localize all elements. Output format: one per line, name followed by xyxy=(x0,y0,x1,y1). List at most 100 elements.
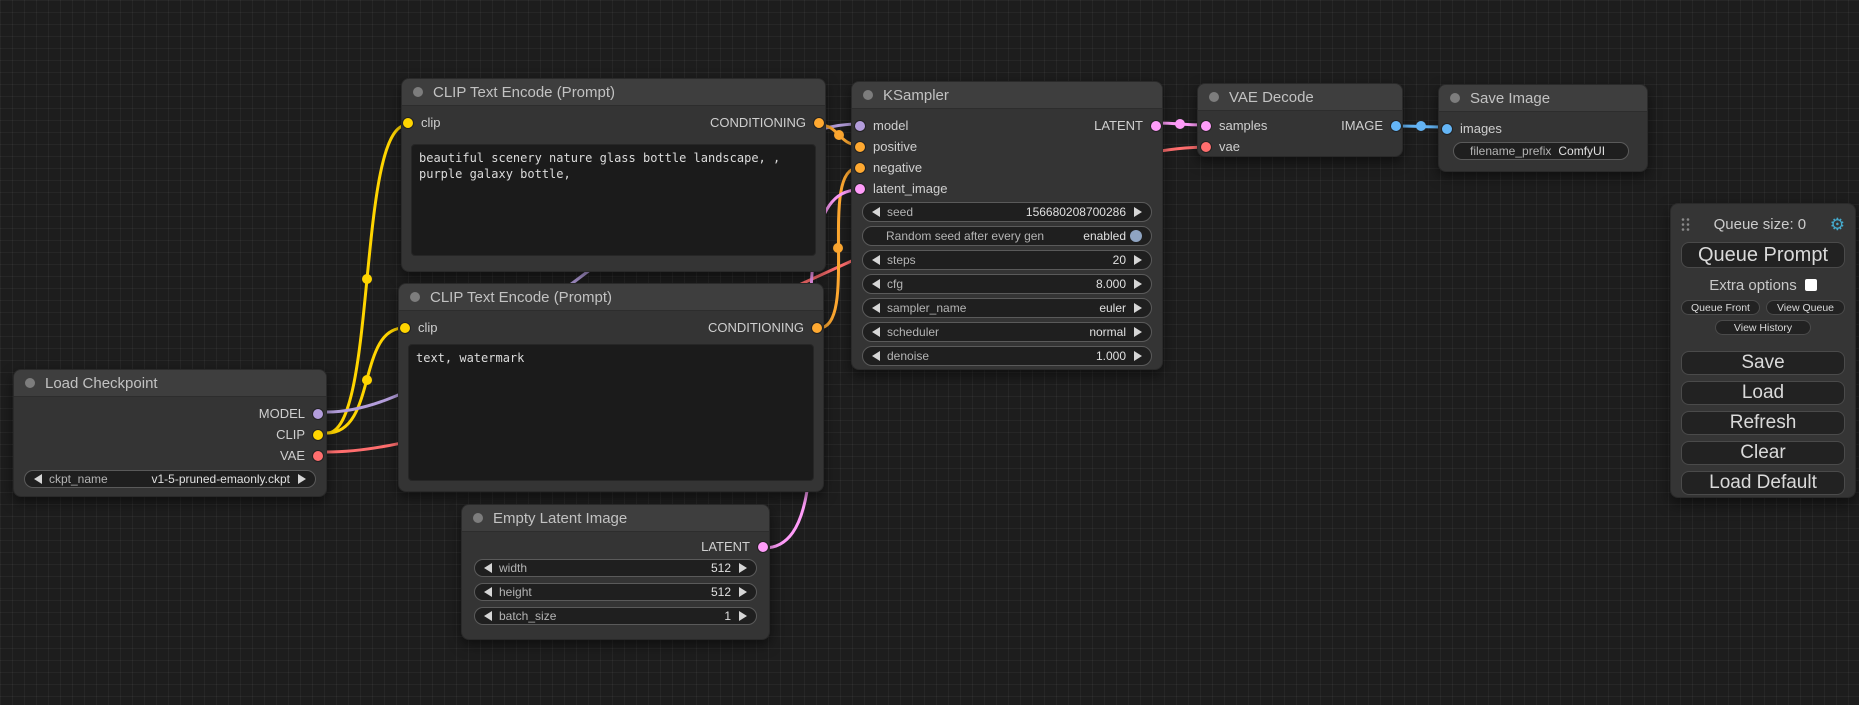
node-title-bar[interactable]: Save Image xyxy=(1439,85,1647,112)
port-dot-conditioning[interactable] xyxy=(814,118,824,128)
arrow-left-icon[interactable] xyxy=(484,611,492,621)
arrow-right-icon[interactable] xyxy=(1134,327,1142,337)
widget-sampler-name[interactable]: sampler_name euler xyxy=(862,298,1152,318)
arrow-left-icon[interactable] xyxy=(34,474,42,484)
node-title-bar[interactable]: Load Checkpoint xyxy=(14,370,326,397)
load-default-button[interactable]: Load Default xyxy=(1681,471,1845,495)
collapse-dot-icon[interactable] xyxy=(1209,92,1219,102)
arrow-left-icon[interactable] xyxy=(872,303,880,313)
save-button[interactable]: Save xyxy=(1681,351,1845,375)
port-output-conditioning[interactable]: CONDITIONING xyxy=(708,320,820,335)
collapse-dot-icon[interactable] xyxy=(410,292,420,302)
port-dot-clip[interactable] xyxy=(400,323,410,333)
toggle-on-icon[interactable] xyxy=(1130,230,1142,242)
collapse-dot-icon[interactable] xyxy=(1450,93,1460,103)
node-title: Save Image xyxy=(1470,90,1550,107)
port-dot-latent[interactable] xyxy=(855,184,865,194)
port-dot-latent[interactable] xyxy=(1151,121,1161,131)
arrow-right-icon[interactable] xyxy=(739,587,747,597)
widget-denoise[interactable]: denoise 1.000 xyxy=(862,346,1152,366)
port-dot-image[interactable] xyxy=(1442,124,1452,134)
arrow-right-icon[interactable] xyxy=(739,563,747,573)
port-input-vae[interactable]: vae xyxy=(1201,139,1240,154)
widget-seed[interactable]: seed 156680208700286 xyxy=(862,202,1152,222)
node-title-bar[interactable]: VAE Decode xyxy=(1198,84,1402,111)
port-dot-conditioning[interactable] xyxy=(855,142,865,152)
arrow-right-icon[interactable] xyxy=(1134,255,1142,265)
arrow-right-icon[interactable] xyxy=(1134,303,1142,313)
arrow-left-icon[interactable] xyxy=(872,279,880,289)
widget-batch-size[interactable]: batch_size 1 xyxy=(474,607,757,625)
collapse-dot-icon[interactable] xyxy=(413,87,423,97)
node-title-bar[interactable]: CLIP Text Encode (Prompt) xyxy=(399,284,823,311)
port-dot-model[interactable] xyxy=(313,409,323,419)
queue-size-label: Queue size: 0 xyxy=(1690,216,1830,233)
port-input-clip[interactable]: clip xyxy=(405,115,441,130)
node-title: KSampler xyxy=(883,87,949,104)
port-dot-image[interactable] xyxy=(1391,121,1401,131)
arrow-left-icon[interactable] xyxy=(872,207,880,217)
port-dot-clip[interactable] xyxy=(313,430,323,440)
arrow-right-icon[interactable] xyxy=(298,474,306,484)
settings-gear-icon[interactable]: ⚙ xyxy=(1830,216,1845,233)
arrow-left-icon[interactable] xyxy=(872,327,880,337)
port-input-latent-image[interactable]: latent_image xyxy=(855,181,947,196)
queue-front-button[interactable]: Queue Front xyxy=(1681,300,1760,315)
port-input-samples[interactable]: samples xyxy=(1201,118,1267,133)
arrow-right-icon[interactable] xyxy=(1134,279,1142,289)
widget-ckpt-name[interactable]: ckpt_name v1-5-pruned-emaonly.ckpt xyxy=(24,470,316,488)
node-title-bar[interactable]: KSampler xyxy=(852,82,1162,109)
widget-width[interactable]: width 512 xyxy=(474,559,757,577)
port-output-vae[interactable]: VAE xyxy=(280,448,323,463)
port-dot-conditioning[interactable] xyxy=(855,163,865,173)
node-title-bar[interactable]: CLIP Text Encode (Prompt) xyxy=(402,79,825,106)
port-output-conditioning[interactable]: CONDITIONING xyxy=(710,115,822,130)
collapse-dot-icon[interactable] xyxy=(25,378,35,388)
extra-options-checkbox[interactable] xyxy=(1805,279,1817,291)
refresh-button[interactable]: Refresh xyxy=(1681,411,1845,435)
port-output-image[interactable]: IMAGE xyxy=(1341,118,1399,133)
port-input-model[interactable]: model xyxy=(855,118,908,133)
arrow-left-icon[interactable] xyxy=(484,563,492,573)
view-queue-button[interactable]: View Queue xyxy=(1766,300,1845,315)
arrow-right-icon[interactable] xyxy=(739,611,747,621)
port-input-negative[interactable]: negative xyxy=(855,160,922,175)
widget-filename-prefix[interactable]: filename_prefix ComfyUI xyxy=(1453,142,1629,160)
collapse-dot-icon[interactable] xyxy=(473,513,483,523)
widget-scheduler[interactable]: scheduler normal xyxy=(862,322,1152,342)
port-dot-latent[interactable] xyxy=(1201,121,1211,131)
arrow-left-icon[interactable] xyxy=(484,587,492,597)
port-dot-vae[interactable] xyxy=(313,451,323,461)
widget-random-seed-toggle[interactable]: Random seed after every gen enabled xyxy=(862,226,1152,246)
positive-prompt-textarea[interactable]: beautiful scenery nature glass bottle la… xyxy=(411,144,816,256)
port-input-clip[interactable]: clip xyxy=(402,320,438,335)
port-output-latent[interactable]: LATENT xyxy=(1094,118,1159,133)
view-history-button[interactable]: View History xyxy=(1715,320,1811,335)
port-input-images[interactable]: images xyxy=(1442,121,1502,136)
node-graph-canvas[interactable]: Load Checkpoint MODEL CLIP VAE ckpt_name… xyxy=(0,0,1859,705)
port-dot-vae[interactable] xyxy=(1201,142,1211,152)
drag-handle-icon[interactable] xyxy=(1681,217,1690,232)
collapse-dot-icon[interactable] xyxy=(863,90,873,100)
clear-button[interactable]: Clear xyxy=(1681,441,1845,465)
port-dot-clip[interactable] xyxy=(403,118,413,128)
port-dot-conditioning[interactable] xyxy=(812,323,822,333)
arrow-right-icon[interactable] xyxy=(1134,207,1142,217)
link-midpoint-dot xyxy=(834,130,844,140)
port-output-clip[interactable]: CLIP xyxy=(276,427,323,442)
node-title-bar[interactable]: Empty Latent Image xyxy=(462,505,769,532)
port-output-model[interactable]: MODEL xyxy=(259,406,323,421)
widget-cfg[interactable]: cfg 8.000 xyxy=(862,274,1152,294)
queue-prompt-button[interactable]: Queue Prompt xyxy=(1681,242,1845,268)
arrow-left-icon[interactable] xyxy=(872,255,880,265)
negative-prompt-textarea[interactable]: text, watermark xyxy=(408,344,814,481)
load-button[interactable]: Load xyxy=(1681,381,1845,405)
arrow-right-icon[interactable] xyxy=(1134,351,1142,361)
widget-steps[interactable]: steps 20 xyxy=(862,250,1152,270)
port-input-positive[interactable]: positive xyxy=(855,139,917,154)
port-dot-model[interactable] xyxy=(855,121,865,131)
arrow-left-icon[interactable] xyxy=(872,351,880,361)
port-dot-latent[interactable] xyxy=(758,542,768,552)
widget-height[interactable]: height 512 xyxy=(474,583,757,601)
port-output-latent[interactable]: LATENT xyxy=(701,539,766,554)
